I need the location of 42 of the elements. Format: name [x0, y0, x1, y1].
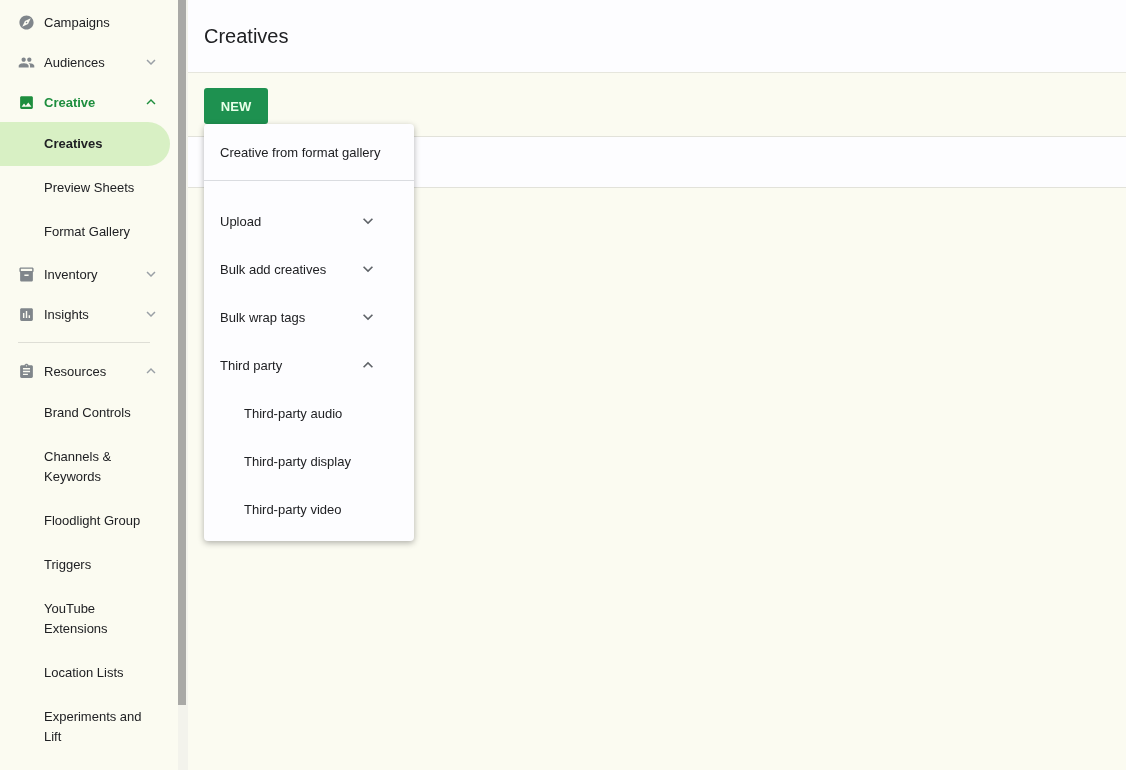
sidebar-subitem[interactable]: Brand Controls	[0, 391, 170, 435]
sidebar-item[interactable]: Creative	[0, 82, 178, 122]
box-icon	[18, 265, 35, 283]
sidebar-subitem[interactable]: Experiments and Lift	[0, 695, 170, 759]
sidebar-subitem[interactable]: Preview Sheets	[0, 166, 170, 210]
menu-item-label: Bulk add creatives	[220, 261, 328, 277]
menu-item[interactable]: Bulk add creatives	[204, 245, 414, 293]
sidebar-subitem[interactable]: Triggers	[0, 543, 170, 587]
submenu-item[interactable]: Third-party audio	[204, 389, 414, 437]
sidebar-item-label: Campaigns	[44, 14, 111, 30]
sidebar-item-label: Creative	[44, 94, 97, 110]
scrollbar-thumb[interactable]	[178, 0, 186, 705]
sidebar-item-label: Resources	[44, 363, 108, 379]
sidebar-item[interactable]: Audiences	[0, 42, 178, 82]
menu-item[interactable]: Creative from format gallery	[204, 124, 414, 180]
page-title: Creatives	[204, 24, 289, 48]
sidebar-item-label: Inventory	[44, 266, 99, 282]
sidebar-subitem[interactable]: Floodlight Group	[0, 499, 170, 543]
sidebar-item[interactable]: Campaigns	[0, 2, 178, 42]
submenu-item[interactable]: Third-party video	[204, 485, 414, 533]
menu-item-label: Upload	[220, 213, 263, 229]
sidebar-subitem[interactable]: Location Lists	[0, 651, 170, 695]
sidebar-item-label: Insights	[44, 306, 90, 322]
compass-icon	[18, 13, 35, 31]
sidebar-subitem[interactable]: Format Gallery	[0, 210, 170, 254]
sidebar-subitem[interactable]: Channels & Keywords	[0, 435, 170, 499]
menu-item[interactable]: Third party	[204, 341, 414, 389]
bar-chart-icon	[18, 305, 35, 323]
sidebar-item[interactable]: Resources	[0, 351, 178, 391]
clipboard-icon	[18, 362, 35, 380]
sidebar-subitem[interactable]: YouTube Extensions	[0, 587, 170, 651]
submenu-item[interactable]: Third-party display	[204, 437, 414, 485]
sidebar-subitem[interactable]: Creatives	[0, 122, 170, 166]
menu-item[interactable]: Bulk wrap tags	[204, 293, 414, 341]
menu-item[interactable]: Upload	[204, 197, 414, 245]
image-icon	[18, 93, 35, 111]
menu-item-label: Bulk wrap tags	[220, 309, 307, 325]
menu-item-label: Third party	[220, 357, 284, 373]
sidebar-item[interactable]: Inventory	[0, 254, 178, 294]
sidebar-item-label: Audiences	[44, 54, 106, 70]
sidebar-item[interactable]: Insights	[0, 294, 178, 334]
new-button[interactable]: NEW	[204, 88, 268, 124]
